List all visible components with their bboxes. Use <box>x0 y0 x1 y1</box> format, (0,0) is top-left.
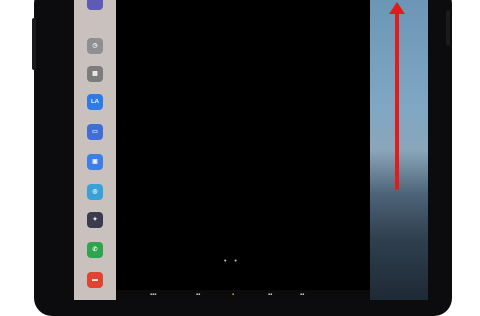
translate-app-icon[interactable]: LA <box>87 94 103 110</box>
mail-glyph-icon: ▭ <box>92 129 98 135</box>
phone-glyph-icon: ✆ <box>92 247 98 253</box>
red-app-icon[interactable]: ▬ <box>87 272 103 288</box>
phone-app-icon[interactable]: ✆ <box>87 242 103 258</box>
red-glyph-icon: ▬ <box>92 277 98 283</box>
bottom-bar-item: ▪▪ <box>300 292 305 298</box>
files-glyph-icon: ▣ <box>92 159 98 165</box>
app-switcher-dock: ◷ ▦ LA ▭ ▣ ◎ ✦ ✆ ▬ <box>74 0 116 300</box>
side-button <box>32 18 36 70</box>
bottom-bar-item: ▪ <box>232 292 235 298</box>
arrow-head-icon <box>389 2 405 14</box>
photos-app-icon[interactable]: ✦ <box>87 212 103 228</box>
swipe-up-arrow-icon <box>395 10 399 190</box>
power-button <box>446 10 450 46</box>
clock-glyph-icon: ◷ <box>92 43 98 49</box>
utilities-glyph-icon: ▦ <box>92 71 98 77</box>
files-app-icon[interactable]: ▣ <box>87 154 103 170</box>
top-app-icon[interactable] <box>87 0 103 10</box>
mail-app-icon[interactable]: ▭ <box>87 124 103 140</box>
black-app-screen[interactable] <box>116 0 370 300</box>
photos-glyph-icon: ✦ <box>92 217 98 223</box>
translate-glyph-icon: LA <box>91 99 99 105</box>
app-preview-panel[interactable] <box>370 0 428 300</box>
utilities-app-icon[interactable]: ▦ <box>87 66 103 82</box>
page-dots: • • <box>224 258 240 265</box>
safari-glyph-icon: ◎ <box>92 189 98 195</box>
safari-app-icon[interactable]: ◎ <box>87 184 103 200</box>
clock-app-icon[interactable]: ◷ <box>87 38 103 54</box>
bottom-bar-item: ▪▪ <box>196 292 201 298</box>
bottom-bar-item: ▪▪▪ <box>150 292 157 298</box>
bottom-bar-item: ▪▪ <box>268 292 273 298</box>
